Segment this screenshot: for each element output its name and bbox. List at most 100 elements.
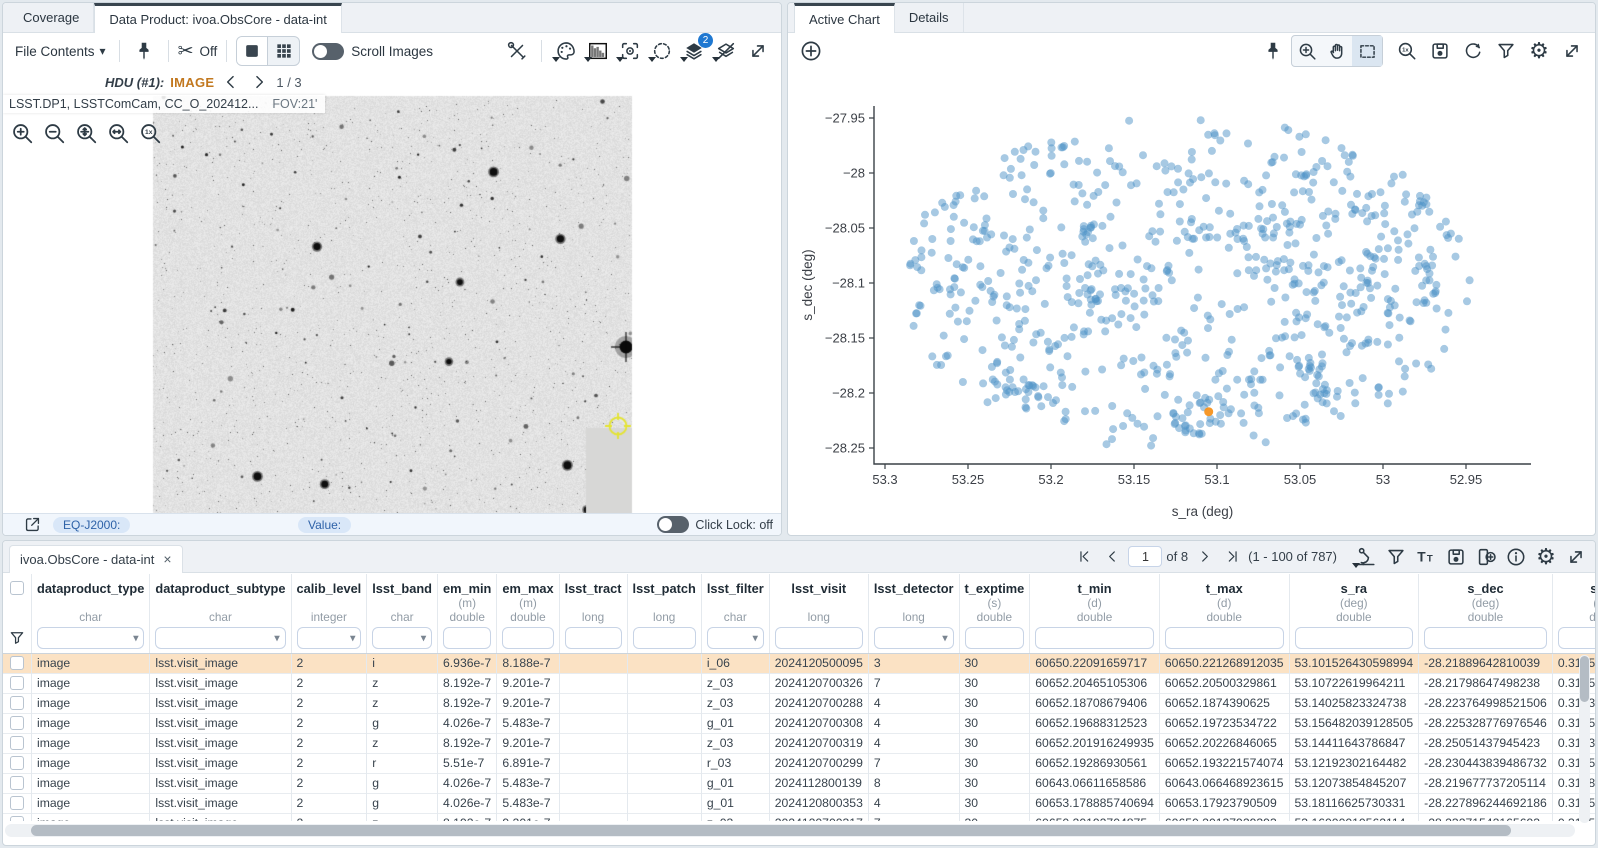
cell[interactable]: 9.201e-7 — [497, 673, 559, 693]
filter-select-lsst_detector[interactable] — [874, 627, 954, 649]
zoom-1x-button[interactable] — [135, 118, 165, 148]
cell[interactable]: 2 — [291, 753, 367, 773]
cell[interactable]: lsst.visit_image — [150, 813, 291, 821]
cell[interactable]: 8 — [868, 773, 959, 793]
cell[interactable]: r_03 — [701, 753, 769, 773]
zoom-out-button[interactable] — [39, 118, 69, 148]
cell[interactable]: z — [367, 693, 438, 713]
table-row[interactable]: imagelsst.visit_image2z8.192e-79.201e-7z… — [3, 693, 1595, 713]
filter-select-dataproduct_subtype[interactable] — [155, 627, 285, 649]
chart-filter-button[interactable] — [1491, 36, 1521, 66]
cell[interactable]: 2 — [291, 793, 367, 813]
cell[interactable]: 60650.221268912035 — [1159, 653, 1289, 673]
table-settings-button[interactable]: ⚙ — [1531, 542, 1561, 572]
cell[interactable]: z_03 — [701, 813, 769, 821]
recenter-button[interactable] — [615, 36, 645, 66]
row-checkbox[interactable] — [10, 796, 24, 810]
table-inspect-button[interactable] — [1351, 542, 1381, 572]
cell[interactable]: 2 — [291, 733, 367, 753]
cell[interactable]: 4.026e-7 — [438, 773, 497, 793]
cell[interactable]: g_01 — [701, 713, 769, 733]
cell[interactable]: 6.936e-7 — [438, 653, 497, 673]
cell[interactable]: 2024120800353 — [769, 793, 868, 813]
chart-select-button[interactable] — [1352, 36, 1382, 66]
cell[interactable]: z — [367, 733, 438, 753]
cell[interactable]: 7 — [868, 673, 959, 693]
next-page-button[interactable] — [1192, 542, 1216, 572]
row-checkbox[interactable] — [10, 736, 24, 750]
row-select-cell[interactable] — [3, 693, 32, 713]
filter-select-lsst_filter[interactable] — [707, 627, 764, 649]
cell[interactable]: 60653.178885740694 — [1030, 793, 1160, 813]
cell[interactable]: r — [367, 753, 438, 773]
chart-zoom-original-button[interactable] — [1392, 36, 1422, 66]
cell[interactable]: 5.483e-7 — [497, 793, 559, 813]
cell[interactable]: 2024120700299 — [769, 753, 868, 773]
cell[interactable]: 2 — [291, 773, 367, 793]
cell[interactable]: 53.14025823324738 — [1289, 693, 1419, 713]
hdu-prev-button[interactable] — [220, 71, 242, 93]
cell[interactable]: 5.483e-7 — [497, 713, 559, 733]
cell[interactable]: lsst.visit_image — [150, 733, 291, 753]
cell[interactable]: lsst.visit_image — [150, 773, 291, 793]
cell[interactable]: lsst.visit_image — [150, 713, 291, 733]
cell[interactable]: 4.026e-7 — [438, 793, 497, 813]
cell[interactable]: 4 — [868, 733, 959, 753]
cell[interactable]: 60652.19286930561 — [1030, 753, 1160, 773]
table-row[interactable]: imagelsst.visit_image2g4.026e-75.483e-7g… — [3, 793, 1595, 813]
cell[interactable] — [559, 813, 627, 821]
cell[interactable]: 53.14411643786847 — [1289, 733, 1419, 753]
cell[interactable] — [559, 653, 627, 673]
chart-settings-button[interactable]: ⚙ — [1524, 36, 1554, 66]
chart-restore-button[interactable] — [1458, 36, 1488, 66]
click-lock-toggle[interactable] — [657, 516, 689, 533]
chart-expand-button[interactable] — [1557, 36, 1587, 66]
cell[interactable] — [627, 693, 701, 713]
cell[interactable]: 60652.20500329861 — [1159, 673, 1289, 693]
cell[interactable]: 8.188e-7 — [497, 653, 559, 673]
cell[interactable] — [627, 713, 701, 733]
column-header-s_ra[interactable]: s_ra — [1289, 574, 1419, 596]
column-header-lsst_detector[interactable]: lsst_detector — [868, 574, 959, 596]
cell[interactable]: 60652.19723534722 — [1159, 713, 1289, 733]
column-header-t_exptime[interactable]: t_exptime — [959, 574, 1030, 596]
cell[interactable]: 60650.20192704875 — [1030, 813, 1160, 821]
cell[interactable]: image — [32, 653, 150, 673]
table-row[interactable]: imagelsst.visit_image2z8.192e-79.201e-7z… — [3, 673, 1595, 693]
filter-input-s_dec[interactable] — [1424, 627, 1547, 649]
cell[interactable]: 2 — [291, 713, 367, 733]
page-number-input[interactable] — [1128, 546, 1162, 567]
cell[interactable]: 8.192e-7 — [438, 733, 497, 753]
cell[interactable] — [627, 813, 701, 821]
cell[interactable]: g — [367, 713, 438, 733]
prev-page-button[interactable] — [1100, 542, 1124, 572]
cell[interactable]: 60652.1874390625 — [1159, 693, 1289, 713]
zoom-in-button[interactable] — [7, 118, 37, 148]
column-header-calib_level[interactable]: calib_level — [291, 574, 367, 596]
cell[interactable]: -28.223764998521506 — [1419, 693, 1553, 713]
cell[interactable]: 60652.201916249935 — [1030, 733, 1160, 753]
filter-select-lsst_band[interactable] — [372, 627, 432, 649]
filter-input-t_min[interactable] — [1035, 627, 1154, 649]
scatter-chart[interactable]: 53.353.2553.253.1553.153.055352.95−27.95… — [788, 71, 1595, 535]
last-page-button[interactable] — [1220, 542, 1244, 572]
tab-data-product[interactable]: Data Product: ivoa.ObsCore - data-int — [94, 3, 342, 33]
cell[interactable]: 30 — [959, 793, 1030, 813]
cell[interactable]: lsst.visit_image — [150, 653, 291, 673]
filter-input-t_exptime[interactable] — [965, 627, 1025, 649]
tab-coverage[interactable]: Coverage — [9, 3, 94, 32]
cell[interactable]: 2024120500095 — [769, 653, 868, 673]
cell[interactable]: 53.10722619964211 — [1289, 673, 1419, 693]
cell[interactable]: 2 — [291, 813, 367, 821]
cell[interactable]: 60650.20137929393 — [1159, 813, 1289, 821]
filter-input-em_max[interactable] — [502, 627, 553, 649]
cell[interactable]: 30 — [959, 753, 1030, 773]
cell[interactable]: 7 — [868, 753, 959, 773]
column-header-lsst_visit[interactable]: lsst_visit — [769, 574, 868, 596]
expand-image-button[interactable] — [743, 36, 773, 66]
cell[interactable]: 53.12073854845207 — [1289, 773, 1419, 793]
table-info-button[interactable] — [1501, 542, 1531, 572]
cell[interactable] — [627, 773, 701, 793]
grid-view-button[interactable] — [268, 37, 299, 65]
cell[interactable]: 53.12192302164482 — [1289, 753, 1419, 773]
